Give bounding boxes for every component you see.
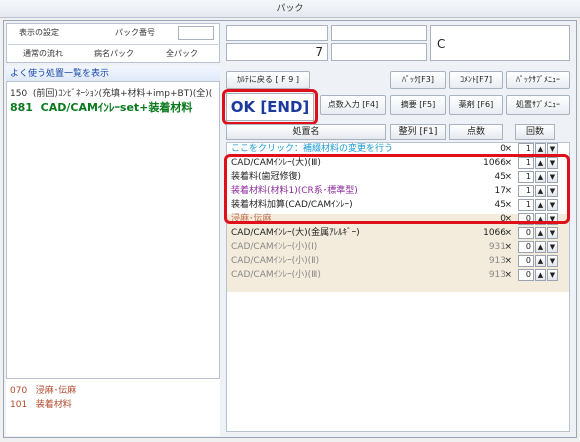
comment-f7-button[interactable]: ｺﾒﾝﾄ[F7] xyxy=(449,71,503,89)
table-row[interactable]: CAD/CAMｲﾝﾚｰ(大)(金属ｱﾚﾙｷﾞｰ) 1066 × 0 ▲ ▼ xyxy=(228,226,564,240)
procedure-points: 913 xyxy=(488,256,506,266)
table-row[interactable]: CAD/CAMｲﾝﾚｰ(小)(Ⅰ) 931 × 0 ▲ ▼ xyxy=(228,240,564,254)
times-symbol: × xyxy=(504,242,512,252)
table-row[interactable]: CAD/CAMｲﾝﾚｰ(小)(Ⅲ) 913 × 0 ▲ ▼ xyxy=(228,268,564,282)
item-label: (前回)ｺﾝﾋﾞﾈｰｼｮﾝ(充填+材料+imp+BT)(全)( xyxy=(32,89,213,99)
decrement-arrow-icon[interactable]: ▼ xyxy=(547,227,558,239)
patient-field-2[interactable] xyxy=(331,25,427,41)
decrement-arrow-icon[interactable]: ▼ xyxy=(547,255,558,267)
column-header-count[interactable]: 回数 xyxy=(515,124,555,140)
procedure-points: 913 xyxy=(488,270,506,280)
window-title: パック xyxy=(0,0,580,18)
procedure-name: CAD/CAMｲﾝﾚｰ(小)(Ⅱ) xyxy=(231,256,320,266)
display-settings-label[interactable]: 表示の設定 xyxy=(8,26,70,40)
procedure-name: CAD/CAMｲﾝﾚｰ(小)(Ⅲ) xyxy=(231,270,321,280)
increment-arrow-icon[interactable]: ▲ xyxy=(535,269,546,281)
list-item[interactable]: 150 (前回)ｺﾝﾋﾞﾈｰｼｮﾝ(充填+材料+imp+BT)(全)( xyxy=(10,86,212,99)
patient-info-field[interactable]: C xyxy=(430,25,570,61)
table-row[interactable]: CAD/CAMｲﾝﾚｰ(小)(Ⅱ) 913 × 0 ▲ ▼ xyxy=(228,254,564,268)
pack-f3-button[interactable]: ﾊﾟｯｸ[F3] xyxy=(390,71,446,89)
divider xyxy=(8,44,218,45)
procedure-name: CAD/CAMｲﾝﾚｰ(大)(金属ｱﾚﾙｷﾞｰ) xyxy=(231,228,360,238)
item-code: 101 xyxy=(10,400,28,410)
procedure-points: 931 xyxy=(488,242,506,252)
increment-arrow-icon[interactable]: ▲ xyxy=(535,227,546,239)
highlight-box xyxy=(222,89,318,125)
points-input-button[interactable]: 点数入力 [F4] xyxy=(320,95,386,115)
item-code: 881 xyxy=(10,101,33,114)
patient-field-3[interactable] xyxy=(331,43,427,61)
item-code: 150 xyxy=(10,89,28,99)
procedure-name: CAD/CAMｲﾝﾚｰ(小)(Ⅰ) xyxy=(231,242,318,252)
normal-flow-button[interactable]: 通常の流れ xyxy=(8,47,78,61)
item-label: 浸麻･伝麻 xyxy=(35,386,77,396)
item-label: 装着材料 xyxy=(35,400,72,410)
disease-pack-button[interactable]: 病名パック xyxy=(82,47,146,61)
drug-f6-button[interactable]: 薬剤 [F6] xyxy=(449,95,503,115)
item-code: 070 xyxy=(10,386,28,396)
decrement-arrow-icon[interactable]: ▼ xyxy=(547,269,558,281)
count-field[interactable]: 0 xyxy=(518,269,534,281)
highlight-box xyxy=(224,154,570,224)
procedure-points: 1066 xyxy=(483,228,506,238)
column-header-points[interactable]: 点数 xyxy=(449,124,503,140)
treatment-submenu-button[interactable]: 処置ｻﾌﾞﾒﾆｭｰ xyxy=(506,95,570,115)
summary-f5-button[interactable]: 摘要 [F5] xyxy=(390,95,446,115)
decrement-arrow-icon[interactable]: ▼ xyxy=(547,241,558,253)
column-header-name[interactable]: 処置名 xyxy=(226,124,386,140)
sort-button[interactable]: 整列 [F1] xyxy=(390,124,446,140)
patient-number-field[interactable]: 7 xyxy=(226,43,328,61)
pack-number-label: パック番号 xyxy=(115,28,155,37)
patient-field-1[interactable] xyxy=(226,25,328,41)
times-symbol: × xyxy=(504,270,512,280)
increment-arrow-icon[interactable]: ▲ xyxy=(535,255,546,267)
list-item[interactable]: 101 装着材料 xyxy=(10,397,72,410)
count-field[interactable]: 0 xyxy=(518,227,534,239)
list-item-selected[interactable]: 881 CAD/CAMｲﾝﾚｰset+装着材料 xyxy=(10,99,192,115)
item-label: CAD/CAMｲﾝﾚｰset+装着材料 xyxy=(40,101,193,114)
common-procedures-header[interactable]: よく使う処置一覧を表示 xyxy=(6,66,220,82)
increment-arrow-icon[interactable]: ▲ xyxy=(535,241,546,253)
times-symbol: × xyxy=(504,256,512,266)
back-to-chart-button[interactable]: ｶﾙﾃに戻る [ F 9 ] xyxy=(226,71,310,89)
pack-number-field[interactable] xyxy=(178,26,214,40)
all-pack-button[interactable]: 全パック xyxy=(150,47,214,61)
count-field[interactable]: 0 xyxy=(518,255,534,267)
count-field[interactable]: 0 xyxy=(518,241,534,253)
times-symbol: × xyxy=(504,228,512,238)
pack-submenu-button[interactable]: ﾊﾟｯｸｻﾌﾞﾒﾆｭｰ xyxy=(506,71,570,89)
list-item[interactable]: 070 浸麻･伝麻 xyxy=(10,383,76,396)
